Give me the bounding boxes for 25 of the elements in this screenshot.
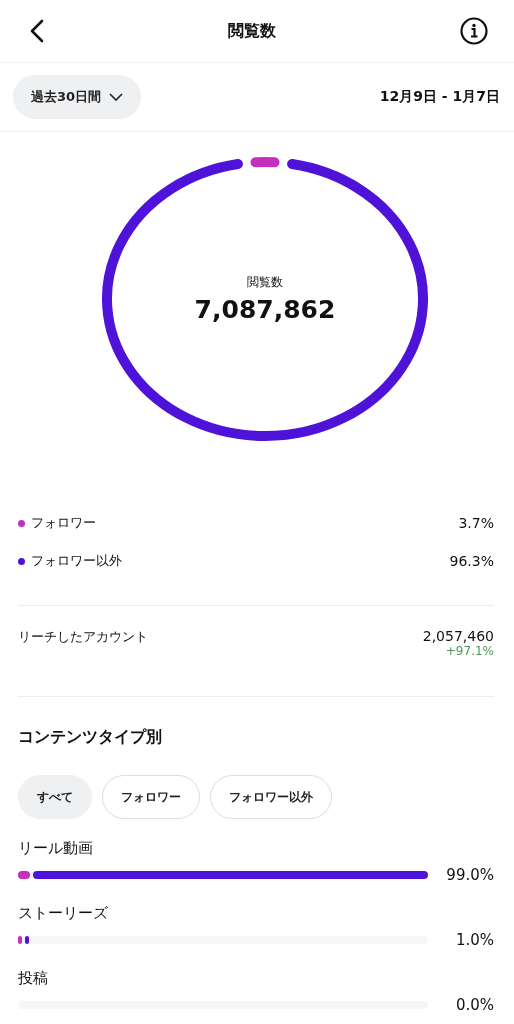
filter-chip[interactable]: フォロワー — [102, 775, 200, 819]
content-type-value: 99.0% — [446, 866, 494, 884]
content-type-value: 1.0% — [455, 931, 494, 949]
info-icon[interactable] — [460, 17, 488, 45]
period-dropdown[interactable]: 過去30日間 — [13, 75, 142, 119]
total-views: 7,087,862 — [194, 295, 336, 324]
reach-change: +97.1% — [445, 644, 494, 658]
content-type-value: 0.0% — [455, 996, 494, 1014]
content-type-label: リール動画 — [18, 839, 94, 858]
chevron-down-icon — [109, 93, 124, 101]
legend-value: 3.7% — [458, 515, 494, 531]
legend-label: フォロワー以外 — [31, 552, 123, 570]
date-range: 12月9日 - 1月7日 — [379, 88, 500, 106]
legend-label: フォロワー — [31, 514, 97, 532]
reach-label: リーチしたアカウント — [18, 628, 148, 646]
filter-chip[interactable]: フォロワー以外 — [210, 775, 332, 819]
section-heading: コンテンツタイプ別 — [18, 727, 163, 748]
total-label: 閲覧数 — [247, 274, 283, 291]
back-icon[interactable] — [30, 19, 44, 43]
content-type-label: ストーリーズ — [18, 904, 109, 923]
content-type-label: 投稿 — [18, 969, 49, 988]
filter-chip[interactable]: すべて — [18, 775, 92, 819]
reach-value: 2,057,460 — [422, 628, 494, 644]
page-title: 閲覧数 — [228, 20, 276, 42]
legend-value: 96.3% — [449, 553, 494, 569]
